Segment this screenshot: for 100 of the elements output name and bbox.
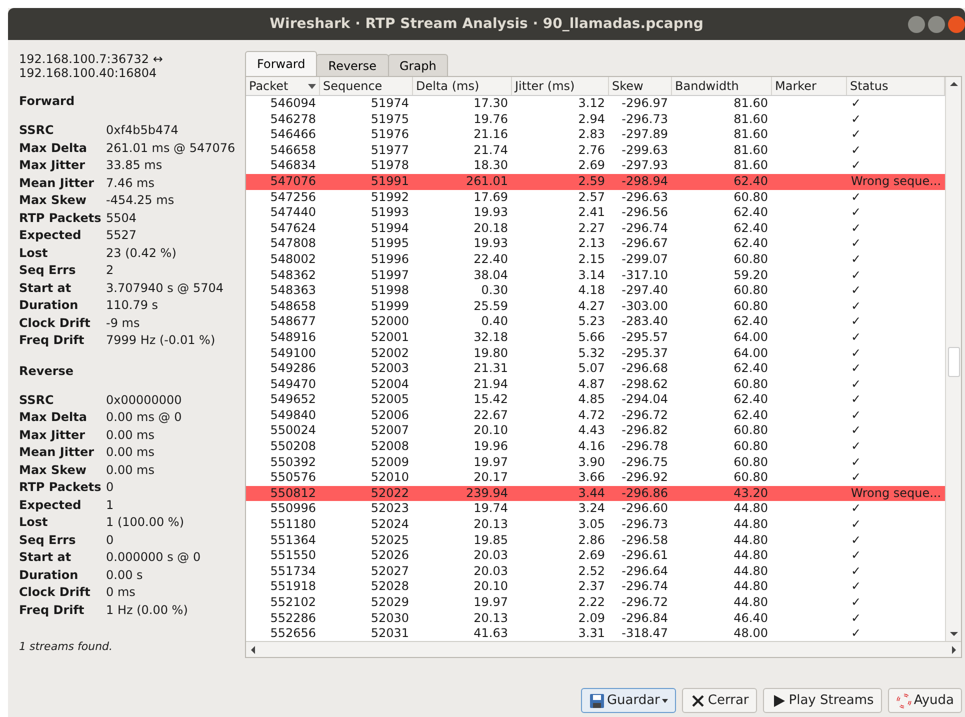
- stat-value: 0x00000000: [106, 392, 183, 408]
- action-button[interactable]: Cerrar: [682, 688, 757, 713]
- tab[interactable]: Forward: [245, 51, 318, 76]
- table-cell-text: ✓: [850, 314, 862, 330]
- table-cell-text: 546466: [269, 127, 317, 143]
- table-cell-text: 19.85: [472, 532, 509, 548]
- table-cell-text: 3.31: [577, 626, 606, 641]
- stat-value: -9 ms: [106, 314, 141, 332]
- horizontal-scrollbar[interactable]: [246, 641, 961, 657]
- table-cell-text: ✓: [850, 501, 862, 518]
- column-header[interactable]: Skew: [609, 77, 672, 95]
- stat-value: 2: [106, 262, 115, 279]
- table-cell-text: 3.12: [577, 96, 606, 112]
- table-cell-text: 19.80: [472, 346, 509, 362]
- table-cell-text: ✓: [850, 190, 862, 206]
- column-header[interactable]: Packet: [246, 77, 320, 95]
- table-cell-text: ✓: [850, 392, 862, 408]
- stat-label: Freq Drift: [19, 602, 86, 618]
- table-cell-text: 548916: [269, 330, 317, 346]
- table-cell-text: 4.27: [577, 298, 606, 314]
- table-cell-text: 60.80: [732, 423, 769, 440]
- table-cell-text: -297.40: [620, 283, 669, 299]
- endpoint-address: 192.168.100.7:36732 ↔: [19, 52, 164, 66]
- table-cell-text: 60.80: [732, 252, 769, 268]
- table-cell-text: 4.85: [577, 392, 606, 408]
- table-cell-text: 62.40: [732, 361, 769, 377]
- table-cell-text: 32.18: [472, 330, 509, 346]
- table-cell-text: 51997: [370, 268, 410, 284]
- table-cell-text: 52028: [370, 579, 410, 595]
- table-cell-text: 52024: [370, 517, 410, 533]
- stat-label: Lost: [19, 244, 49, 262]
- table-cell-text: -296.75: [620, 454, 669, 470]
- table-cell-text: 17.30: [472, 96, 509, 112]
- table-cell-text: 25.59: [472, 298, 509, 314]
- stat-label: Clock Drift: [19, 314, 92, 332]
- action-button[interactable]: Guardar: [580, 688, 676, 713]
- table-cell-text: 81.60: [732, 127, 769, 143]
- table-cell-text: 551364: [269, 532, 317, 548]
- table-cell-text: 62.40: [732, 174, 769, 190]
- table-cell-text: 261.01: [465, 174, 509, 190]
- stat-label: Seq Errs: [19, 532, 77, 548]
- action-button[interactable]: Ayuda: [888, 688, 962, 713]
- maximize-button[interactable]: [928, 16, 945, 33]
- close-button[interactable]: [948, 16, 965, 33]
- table-cell-text: 2.13: [577, 236, 606, 252]
- stat-value: 3.707940 s @ 5704: [106, 280, 224, 296]
- action-button[interactable]: Play Streams: [762, 688, 882, 713]
- tab[interactable]: Graph: [388, 54, 448, 76]
- table-cell-text: 60.80: [732, 454, 769, 470]
- table-cell-text: ✓: [850, 439, 862, 455]
- scrollbar-thumb[interactable]: [948, 347, 960, 377]
- table-cell-text: 44.80: [732, 532, 769, 548]
- table-cell-text: 62.40: [732, 392, 769, 408]
- table-cell-text: 549286: [269, 361, 317, 377]
- stat-label: Start at: [19, 549, 72, 566]
- table-cell-text: -296.68: [620, 361, 669, 377]
- scroll-right-arrow-icon: [950, 646, 958, 654]
- table-cell-text: 51991: [370, 174, 410, 190]
- lifebuoy-icon: [896, 692, 912, 708]
- table-cell-text: -296.92: [620, 470, 669, 486]
- stat-value: 5527: [106, 227, 138, 244]
- table-cell-text: 51999: [370, 298, 410, 314]
- table-cell-text: 46.40: [732, 610, 769, 626]
- table-cell-text: -296.56: [620, 205, 669, 221]
- stat-value: 0.00 ms: [106, 426, 156, 444]
- table-cell-text: Wrong seque...: [850, 486, 942, 502]
- table-cell-text: 18.30: [472, 158, 509, 174]
- table-cell-text: 52023: [370, 501, 410, 518]
- column-header[interactable]: Jitter (ms): [512, 77, 609, 95]
- table-cell-text: 51974: [370, 96, 410, 112]
- table-cell-text: 19.93: [472, 205, 509, 221]
- table-cell-text: 52000: [370, 314, 410, 330]
- table-cell-text: 551918: [269, 579, 317, 595]
- table-cell-text: ✓: [850, 298, 862, 314]
- minimize-button[interactable]: [908, 16, 925, 33]
- column-header[interactable]: Marker: [772, 77, 847, 95]
- table-cell-text: ✓: [850, 96, 862, 112]
- stat-value: 0: [106, 532, 115, 548]
- window-title: Wireshark · RTP Stream Analysis · 90_llamadas.pcapng: [270, 16, 704, 32]
- table-cell-text: ✓: [850, 423, 862, 440]
- column-header[interactable]: Delta (ms): [413, 77, 512, 95]
- stat-value: 23 (0.42 %): [106, 244, 178, 262]
- column-header[interactable]: Sequence: [320, 77, 413, 95]
- table-cell-text: 2.69: [577, 548, 606, 564]
- table-cell-text: 22.67: [472, 408, 509, 424]
- table-cell-text: 52029: [370, 595, 410, 611]
- table-cell-text: 5.32: [577, 346, 606, 362]
- table-cell-text: 3.44: [577, 486, 606, 502]
- tab[interactable]: Reverse: [316, 54, 388, 76]
- stat-label: Max Delta: [19, 140, 88, 156]
- table-cell-text: 62.40: [732, 220, 769, 236]
- table-cell-text: 51994: [370, 220, 410, 236]
- table-cell-text: 4.16: [577, 439, 606, 455]
- table-cell-text: 0.30: [480, 283, 509, 299]
- column-header[interactable]: Bandwidth: [672, 77, 772, 95]
- vertical-scrollbar[interactable]: [945, 77, 961, 641]
- table-cell-text: ✓: [850, 220, 862, 236]
- stat-value: 7.46 ms: [106, 174, 156, 192]
- table-cell-text: 60.80: [732, 298, 769, 314]
- table-cell-text: -296.63: [620, 190, 669, 206]
